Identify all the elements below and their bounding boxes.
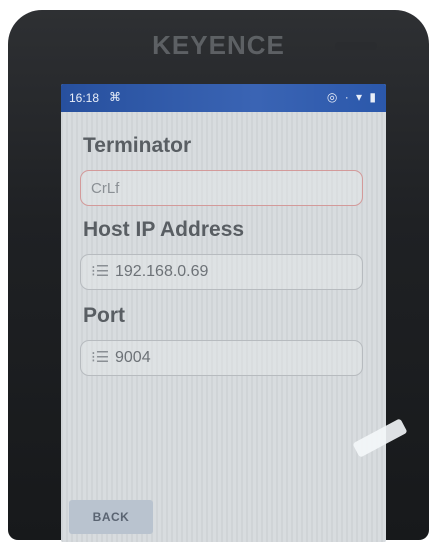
host-ip-value: 192.168.0.69 (115, 263, 209, 280)
status-time: 16:18 (69, 91, 100, 105)
scan-icon: ⌘ (109, 90, 121, 104)
back-button[interactable]: BACK (69, 500, 153, 534)
port-field[interactable]: ⁝☰ 9004 (80, 340, 363, 376)
handheld-device: KEYENCE 16:18 ⌘ ◎ · ▾ ▮ Terminator CrLf … (8, 10, 429, 542)
terminator-value: CrLf (91, 180, 120, 197)
host-ip-label: Host IP Address (83, 218, 245, 241)
settings-form: Terminator CrLf Host IP Address ⁝☰ 192.1… (61, 112, 386, 542)
status-bar: 16:18 ⌘ ◎ · ▾ ▮ (61, 84, 386, 112)
device-screen: 16:18 ⌘ ◎ · ▾ ▮ Terminator CrLf Host IP … (61, 84, 386, 542)
list-icon: ⁝☰ (91, 263, 110, 280)
list-icon: ⁝☰ (91, 349, 110, 366)
terminator-field[interactable]: CrLf (80, 170, 363, 206)
port-label: Port (83, 304, 125, 327)
terminator-label: Terminator (83, 134, 192, 157)
port-value: 9004 (115, 349, 151, 366)
speaker-slot (335, 42, 377, 50)
host-ip-field[interactable]: ⁝☰ 192.168.0.69 (80, 254, 363, 290)
status-icons: ◎ · ▾ ▮ (326, 90, 378, 104)
